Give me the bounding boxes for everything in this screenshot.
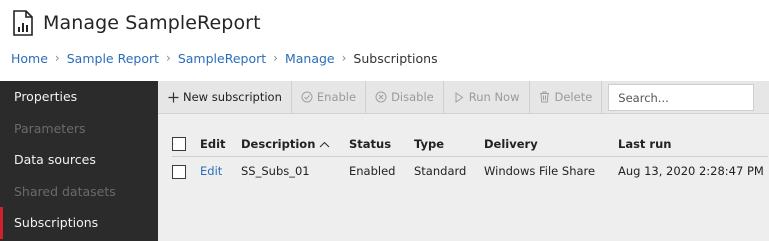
table-row: Edit SS_Subs_01 Enabled Standard Windows… [172, 156, 768, 186]
row-select-cell [172, 156, 200, 186]
run-now-label: Run Now [468, 90, 520, 104]
delete-label: Delete [554, 90, 593, 104]
page-header: Manage SampleReport [12, 8, 261, 38]
breadcrumb-home[interactable]: Home [11, 51, 48, 66]
select-all-cell [172, 132, 200, 157]
row-description: SS_Subs_01 [241, 164, 310, 179]
breadcrumb-manage[interactable]: Manage [285, 51, 335, 66]
sidebar-item-parameters: Parameters [14, 120, 86, 136]
edit-link[interactable]: Edit [200, 164, 222, 178]
column-header-last-run[interactable]: Last run [618, 132, 768, 157]
sidebar: Properties Parameters Data sources Share… [0, 81, 158, 241]
column-header-type[interactable]: Type [414, 132, 484, 157]
column-header-delivery[interactable]: Delivery [484, 132, 618, 157]
plus-icon [167, 91, 179, 103]
breadcrumb-current: Subscriptions [353, 50, 438, 66]
main-content: New subscription Enable Disable Run Now … [158, 81, 769, 241]
row-delivery: Windows File Share [484, 164, 596, 179]
sidebar-item-properties[interactable]: Properties [0, 81, 158, 113]
trash-icon [539, 91, 551, 103]
breadcrumb-report[interactable]: SampleReport [178, 51, 266, 66]
chevron-right-icon: › [273, 51, 278, 65]
new-subscription-button[interactable]: New subscription [158, 81, 292, 113]
chevron-right-icon: › [166, 51, 171, 65]
play-icon [453, 91, 465, 103]
disable-button[interactable]: Disable [366, 81, 444, 113]
row-type: Standard [414, 164, 467, 179]
breadcrumb-sample-report-folder[interactable]: Sample Report [67, 51, 159, 66]
sidebar-item-subscriptions[interactable]: Subscriptions [0, 207, 158, 239]
column-header-description-label: Description [241, 136, 316, 151]
sidebar-item-data-sources[interactable]: Data sources [0, 144, 158, 176]
x-circle-icon [375, 91, 387, 103]
row-checkbox[interactable] [172, 164, 186, 179]
sidebar-item-shared-datasets: Shared datasets [14, 183, 116, 199]
row-last-run: Aug 13, 2020 2:28:47 PM [618, 164, 764, 179]
check-circle-icon [301, 91, 313, 103]
chevron-right-icon: › [341, 51, 347, 65]
chevron-right-icon: › [54, 51, 60, 65]
enable-button[interactable]: Enable [292, 81, 367, 113]
table-header-row: Edit Description Status Type Delivery La… [172, 132, 768, 157]
breadcrumb: Home › Sample Report › SampleReport › Ma… [11, 49, 438, 67]
new-subscription-label: New subscription [183, 90, 282, 104]
search-input[interactable] [608, 84, 755, 111]
toolbar: New subscription Enable Disable Run Now … [158, 81, 769, 114]
delete-button[interactable]: Delete [530, 81, 603, 113]
row-status: Enabled [349, 164, 396, 179]
sort-ascending-icon [319, 137, 330, 151]
column-header-description[interactable]: Description [241, 132, 349, 157]
disable-label: Disable [391, 90, 434, 104]
subscriptions-table: Edit Description Status Type Delivery La… [172, 132, 768, 186]
column-header-status[interactable]: Status [349, 132, 414, 157]
page-title: Manage SampleReport [43, 12, 261, 34]
column-header-edit: Edit [200, 132, 241, 157]
run-now-button[interactable]: Run Now [444, 81, 530, 113]
report-icon [13, 10, 33, 36]
row-edit-cell: Edit [200, 156, 241, 186]
select-all-checkbox[interactable] [172, 137, 186, 151]
enable-label: Enable [316, 90, 357, 104]
